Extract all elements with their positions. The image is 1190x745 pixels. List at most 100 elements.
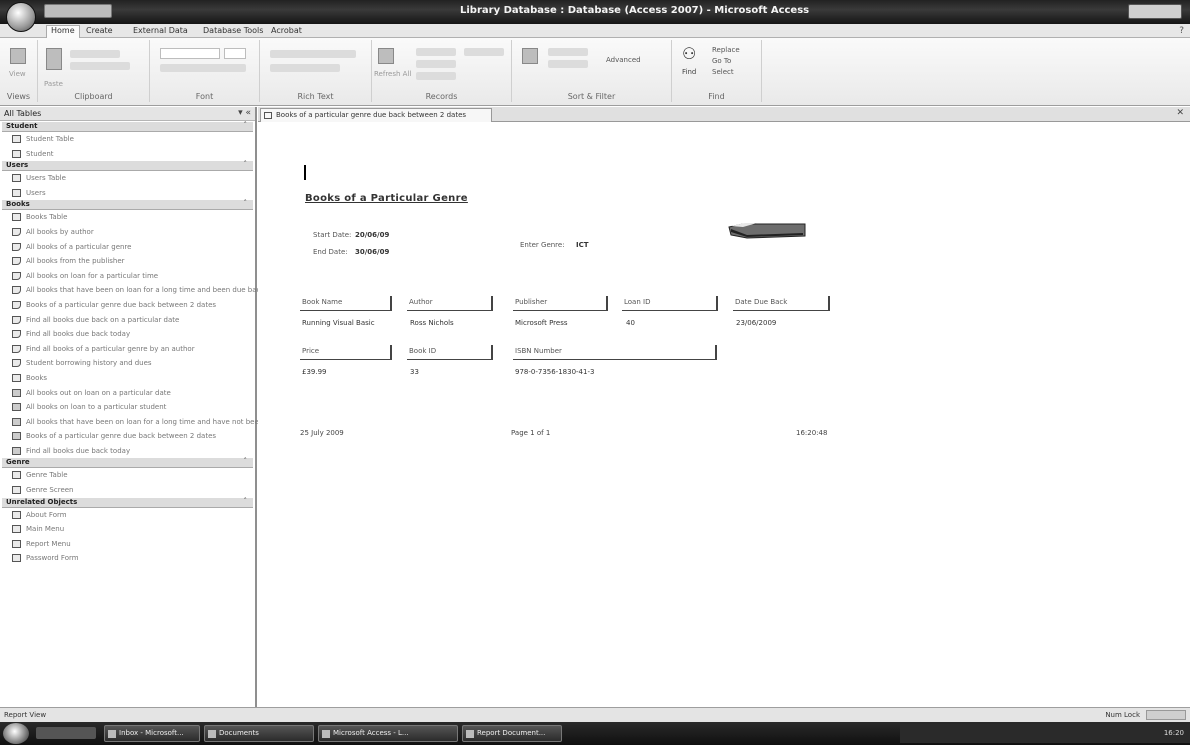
document-tab-strip: Books of a particular genre due back bet… <box>258 107 1190 122</box>
navigation-pane: All Tables ▾ « Student ˄ Student Table Stud… <box>0 107 296 707</box>
close-icon[interactable]: ✕ <box>1176 108 1184 118</box>
chevron-up-icon[interactable]: ˄ <box>244 160 248 168</box>
nav-group-label: Unrelated Objects <box>6 497 78 506</box>
nav-item[interactable]: About Form <box>0 508 255 523</box>
view-icon[interactable] <box>10 48 26 64</box>
column-header-isbn: ISBN Number <box>513 345 717 360</box>
nav-item[interactable]: Find all books due back today <box>0 327 255 342</box>
totals-button[interactable] <box>464 48 504 56</box>
folder-icon <box>208 730 216 738</box>
ascending-button[interactable] <box>548 48 588 56</box>
nav-item[interactable]: Password Form <box>0 551 255 566</box>
paste-icon[interactable] <box>46 48 62 70</box>
system-tray[interactable]: 16:20 <box>900 724 1190 743</box>
tab-external-data[interactable]: External Data <box>133 26 188 35</box>
clock[interactable]: 16:20 <box>1164 729 1184 737</box>
nav-pane-header[interactable]: All Tables ▾ « <box>0 107 255 121</box>
window-controls[interactable] <box>1128 4 1182 19</box>
tab-database-tools[interactable]: Database Tools <box>203 26 263 35</box>
taskbar-button-documents[interactable]: Documents <box>204 725 314 742</box>
nav-item[interactable]: Student Table <box>0 132 255 147</box>
nav-item[interactable]: Student <box>0 147 255 162</box>
paste-button[interactable]: Paste <box>44 80 63 88</box>
chevron-up-icon[interactable]: ˄ <box>244 199 248 207</box>
nav-item[interactable]: Books of a particular genre due back bet… <box>0 429 255 444</box>
nav-group-header[interactable]: Unrelated Objects ˄ <box>2 497 253 508</box>
advanced-button[interactable]: Advanced <box>606 56 641 64</box>
refresh-button[interactable]: Refresh All <box>374 70 411 78</box>
taskbar-button-access[interactable]: Microsoft Access - L... <box>318 725 458 742</box>
nav-group-header[interactable]: Genre ˄ <box>2 457 253 469</box>
nav-item[interactable]: All books on loan for a particular time <box>0 269 255 284</box>
nav-group-header[interactable]: Student ˄ <box>2 121 253 132</box>
taskbar-button-report[interactable]: Report Document... <box>462 725 562 742</box>
nav-item[interactable]: Users Table <box>0 171 255 186</box>
document-tab[interactable]: Books of a particular genre due back bet… <box>260 108 492 122</box>
nav-group-header[interactable]: Books ˄ <box>2 199 253 211</box>
align-buttons[interactable] <box>270 64 340 72</box>
quick-launch[interactable] <box>36 727 96 739</box>
nav-item[interactable]: Books <box>0 371 255 386</box>
nav-item[interactable]: Find all books due back today <box>0 444 255 459</box>
nav-item[interactable]: Books Table <box>0 210 255 225</box>
select-button[interactable]: Select <box>712 68 734 76</box>
nav-item[interactable]: All books that have been on loan for a l… <box>0 283 264 298</box>
office-button-icon[interactable] <box>6 2 36 32</box>
nav-item[interactable]: Genre Table <box>0 468 255 483</box>
nav-item[interactable]: Main Menu <box>0 522 255 537</box>
nav-item[interactable]: All books from the publisher <box>0 254 255 269</box>
list-buttons[interactable] <box>270 50 356 58</box>
font-name-field[interactable] <box>160 48 220 59</box>
query-icon <box>12 227 21 236</box>
taskbar-button-inbox[interactable]: Inbox - Microsoft... <box>104 725 200 742</box>
access-icon <box>322 730 330 738</box>
nav-item[interactable]: All books out on loan on a particular da… <box>0 386 255 401</box>
view-switcher[interactable] <box>1146 710 1186 720</box>
nav-item[interactable]: Find all books of a particular genre by … <box>0 342 255 357</box>
nav-item[interactable]: All books on loan to a particular studen… <box>0 400 255 415</box>
replace-button[interactable]: Replace <box>712 46 740 54</box>
nav-item[interactable]: Books of a particular genre due back bet… <box>0 298 255 313</box>
new-record-button[interactable] <box>416 48 456 56</box>
binoculars-icon[interactable]: ⚇ <box>682 44 696 63</box>
column-header-book-id: Book ID <box>407 345 493 360</box>
view-button[interactable]: View <box>9 70 26 78</box>
delete-record-button[interactable] <box>416 72 456 80</box>
ribbon-tabs: Home Create External Data Database Tools… <box>0 24 1190 38</box>
nav-item[interactable]: Student borrowing history and dues <box>0 356 255 371</box>
chevron-up-icon[interactable]: ˄ <box>244 497 248 505</box>
start-button-icon[interactable] <box>3 723 29 744</box>
nav-item[interactable]: All books by author <box>0 225 255 240</box>
start-date-value: 20/06/09 <box>355 231 390 239</box>
font-format-buttons[interactable] <box>160 64 246 72</box>
copy-button[interactable] <box>70 62 130 70</box>
chevron-up-icon[interactable]: ˄ <box>244 121 248 129</box>
nav-item[interactable]: Report Menu <box>0 537 255 552</box>
nav-group-header[interactable]: Users ˄ <box>2 160 253 172</box>
nav-item[interactable]: Find all books due back on a particular … <box>0 313 255 328</box>
genre-value: ICT <box>576 241 589 249</box>
descending-button[interactable] <box>548 60 588 68</box>
quick-access-toolbar[interactable] <box>44 4 112 18</box>
goto-button[interactable]: Go To <box>712 57 731 65</box>
help-icon[interactable]: ? <box>1179 26 1184 36</box>
nav-group-label: Genre <box>6 458 30 467</box>
tab-home[interactable]: Home <box>46 25 80 38</box>
save-record-button[interactable] <box>416 60 456 68</box>
find-button[interactable]: Find <box>682 68 696 76</box>
nav-item[interactable]: Users <box>0 186 255 201</box>
chevron-down-icon[interactable]: ▾ « <box>238 108 251 118</box>
tab-acrobat[interactable]: Acrobat <box>271 26 302 35</box>
filter-icon[interactable] <box>522 48 538 64</box>
nav-item-label: Student Table <box>26 135 74 143</box>
tab-create[interactable]: Create <box>86 26 113 35</box>
nav-item-label: Student <box>26 149 54 158</box>
cut-button[interactable] <box>70 50 120 58</box>
nav-item[interactable]: Genre Screen <box>0 483 255 498</box>
chevron-up-icon[interactable]: ˄ <box>244 457 248 465</box>
font-size-field[interactable] <box>224 48 246 59</box>
refresh-icon[interactable] <box>378 48 394 64</box>
report-icon <box>12 446 21 455</box>
nav-item[interactable]: All books of a particular genre <box>0 240 255 255</box>
nav-item[interactable]: All books that have been on loan for a l… <box>0 415 296 430</box>
